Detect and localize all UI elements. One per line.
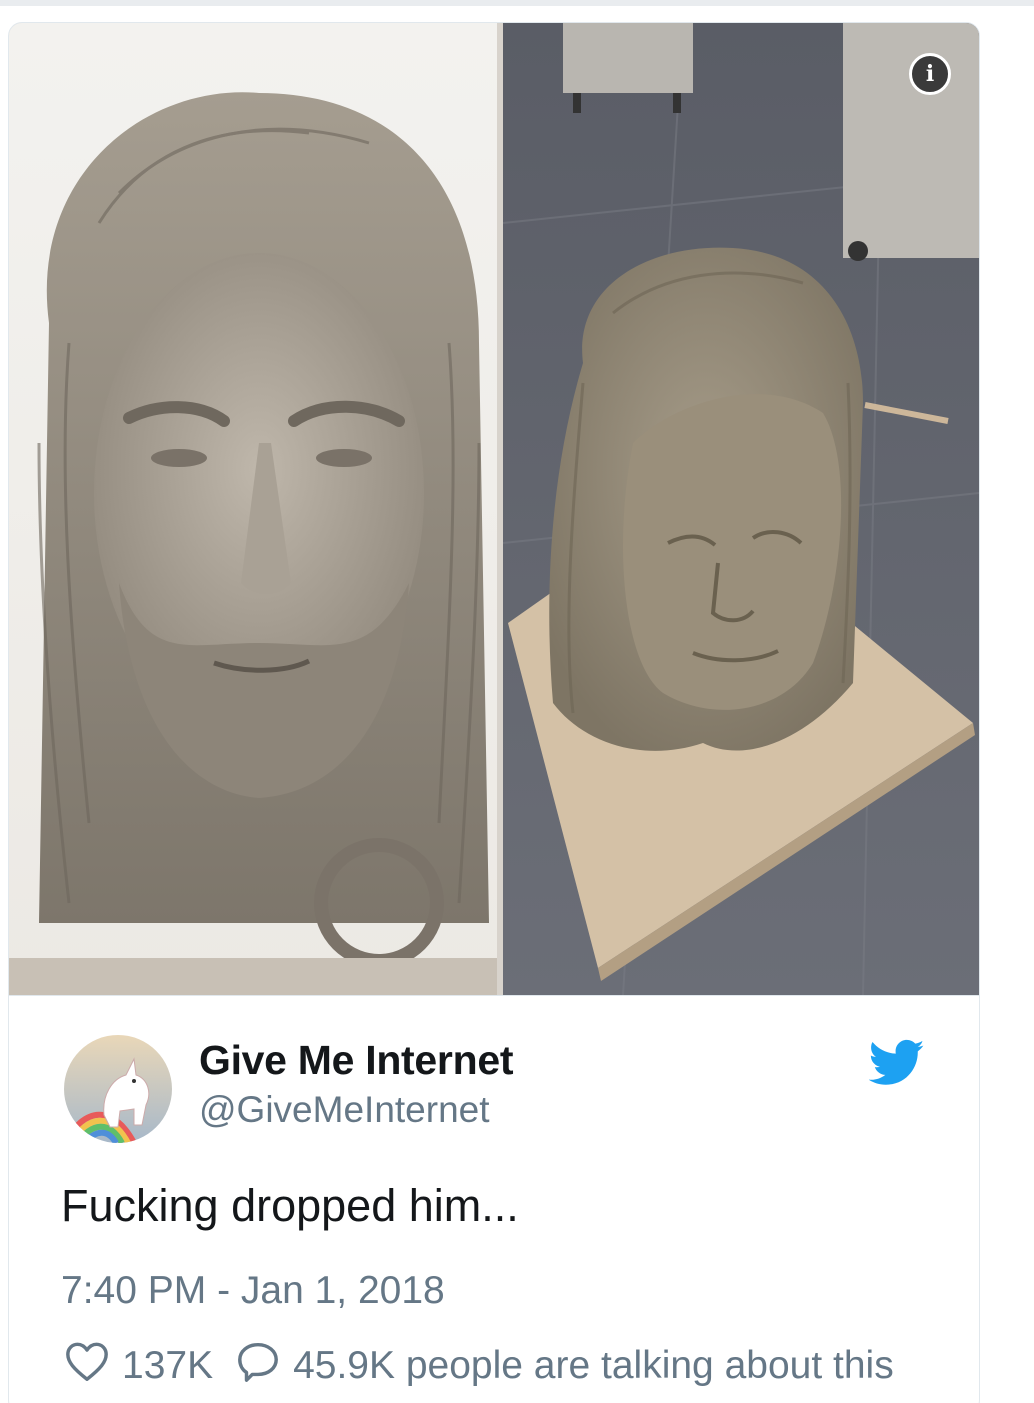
author-handle[interactable]: @GiveMeInternet [199, 1089, 490, 1131]
photo-clay-head-dropped[interactable] [503, 23, 979, 995]
avatar[interactable] [64, 1035, 172, 1143]
page: i Give Me Internet @GiveMeInternet Fucki… [0, 0, 1034, 1403]
author-name[interactable]: Give Me Internet [199, 1037, 513, 1084]
twitter-bird-icon[interactable] [868, 1039, 925, 1087]
like-count[interactable]: 137K [122, 1344, 213, 1388]
tweet-text: Fucking dropped him... [61, 1180, 519, 1231]
media-divider [9, 995, 979, 996]
heart-icon[interactable] [64, 1339, 110, 1393]
photo-clay-bust-finished[interactable] [9, 23, 497, 995]
tweet-actions: 137K 45.9K people are talking about this [64, 1341, 894, 1391]
info-icon[interactable]: i [909, 53, 951, 95]
conversation-count[interactable]: 45.9K people are talking about this [293, 1344, 894, 1388]
tweet-timestamp[interactable]: 7:40 PM - Jan 1, 2018 [61, 1269, 445, 1313]
tweet-card[interactable]: i Give Me Internet @GiveMeInternet Fucki… [8, 22, 980, 1403]
top-divider [0, 0, 1034, 6]
comment-bubble-icon[interactable] [235, 1339, 281, 1393]
tweet-media[interactable]: i [9, 23, 979, 995]
